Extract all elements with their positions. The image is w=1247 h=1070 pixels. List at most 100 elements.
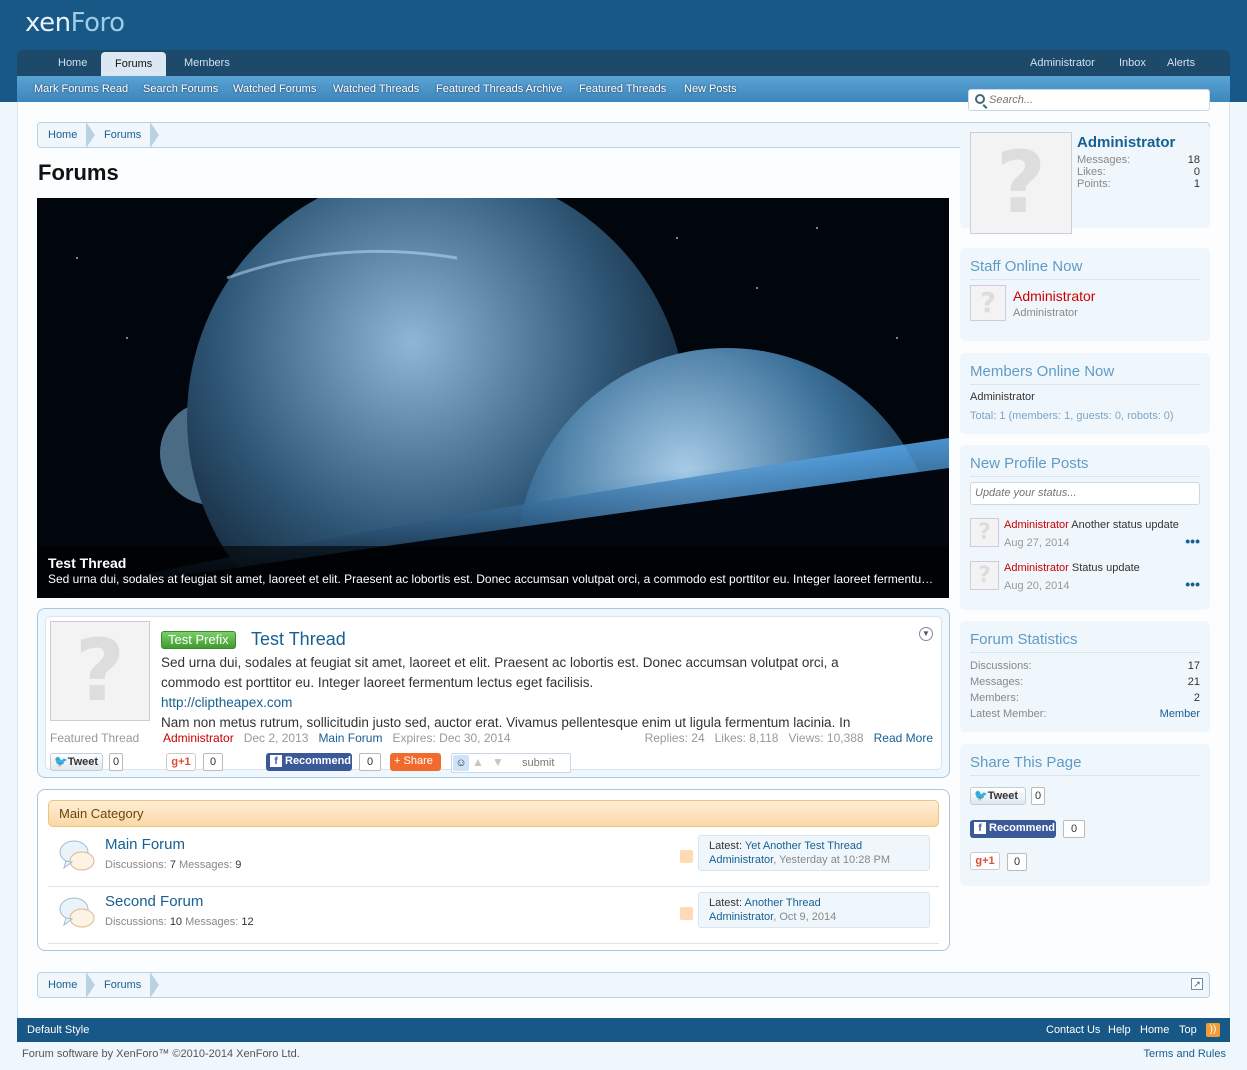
forum-stats-panel: Forum Statistics Discussions: 17 Message… [960,621,1210,732]
terms-link[interactable]: Terms and Rules [1143,1048,1226,1060]
forum-title[interactable]: Second Forum [105,893,203,910]
featured-threads-link[interactable]: Featured Threads [579,76,666,102]
featured-forum[interactable]: Main Forum [318,731,382,745]
search-forums-link[interactable]: Search Forums [143,76,218,102]
staff-online-title: Staff Online Now [970,258,1083,275]
latest-member-link[interactable]: Member [1160,708,1200,720]
watched-forums-link[interactable]: Watched Forums [233,76,316,102]
forum-stats: Discussions: 10 Messages: 12 [105,916,254,928]
style-chooser-link[interactable]: Default Style [27,1024,89,1036]
top-link[interactable]: Top [1179,1024,1197,1036]
category-block: Main Category Main Forum Discussions: 7 … [37,789,950,951]
profile-post: Administrator Status update [1004,562,1140,574]
visitor-avatar[interactable]: ? [970,132,1072,234]
inbox-link[interactable]: Inbox [1105,50,1160,76]
more-options-icon[interactable]: ••• [1185,576,1200,592]
rss-icon[interactable] [680,907,693,920]
tab-members[interactable]: Members [170,50,244,76]
online-member-link[interactable]: Administrator [970,391,1035,403]
footer: Default Style Contact Us Help Home Top )… [17,1018,1230,1042]
post-date: Aug 20, 2014 [1004,580,1070,592]
staff-name[interactable]: Administrator [1013,288,1095,304]
reddit-widget[interactable]: ☺ ▲ ▼ submit [451,753,571,773]
latest-thread-link[interactable]: Another Thread [744,897,820,909]
tweet-count: 0 [109,753,123,771]
featured-body-1: Sed urna dui, sodales at feugiat sit ame… [161,655,839,670]
post-avatar[interactable]: ? [970,518,999,547]
slider-caption: Test Thread Sed urna dui, sodales at feu… [37,546,949,598]
twitter-icon: 🐦 [974,790,988,802]
latest-thread-link[interactable]: Yet Another Test Thread [745,840,862,852]
downvote-icon[interactable]: ▼ [492,755,504,769]
search-input[interactable] [989,92,1204,108]
twitter-icon: 🐦 [54,756,68,768]
tweet-button[interactable]: 🐦Tweet [50,753,103,771]
latest-user-link[interactable]: Administrator [709,854,773,866]
page-title: Forums [38,160,119,185]
visitor-name[interactable]: Administrator [1077,134,1175,151]
more-options-icon[interactable]: ••• [1185,533,1200,549]
mark-forums-read-link[interactable]: Mark Forums Read [34,76,128,102]
avatar[interactable]: ? [50,621,150,721]
breadcrumb-forums[interactable]: Forums [94,122,160,148]
tab-home[interactable]: Home [44,50,101,76]
recommend-button[interactable]: f Recommend [266,753,352,771]
featured-label: Featured Thread [50,731,140,745]
rss-icon[interactable]: )) [1206,1023,1220,1037]
featured-thread: ? Featured Thread Test Prefix Test Threa… [37,608,950,778]
watched-threads-link[interactable]: Watched Threads [333,76,419,102]
points-label: Points: [1077,178,1111,190]
breadcrumb-home[interactable]: Home [38,122,96,148]
recommend-button[interactable]: f Recommend [970,820,1056,838]
forum-stats: Discussions: 7 Messages: 9 [105,859,242,871]
category-header[interactable]: Main Category [48,800,939,827]
tweet-button[interactable]: 🐦Tweet [970,787,1026,805]
breadcrumb-forums[interactable]: Forums [94,972,160,998]
chevron-down-icon[interactable]: ▼ [919,627,933,641]
default-avatar-icon: ? [978,563,991,588]
breadcrumb-home[interactable]: Home [38,972,96,998]
featured-stats: Replies: 24 Likes: 8,118 Views: 10,388 [644,731,864,745]
share-title: Share This Page [970,754,1082,771]
new-posts-link[interactable]: New Posts [684,76,737,102]
visitor-panel: ? Administrator Messages: 18 Likes: 0 Po… [960,124,1210,234]
featured-body-2: commodo est porttitor eu. Integer laoree… [161,675,594,690]
post-avatar[interactable]: ? [970,561,999,590]
stat-value: 2 [1193,692,1200,704]
upvote-icon[interactable]: ▲ [472,755,484,769]
help-link[interactable]: Help [1108,1024,1131,1036]
read-more-link[interactable]: Read More [874,731,933,745]
reddit-submit[interactable]: submit [522,757,554,769]
featured-slider[interactable]: Test Thread Sed urna dui, sodales at feu… [37,198,949,598]
search-box[interactable] [968,89,1210,111]
latest-post: Latest: Another Thread Administrator, Oc… [698,892,930,928]
post-author[interactable]: Administrator [1004,519,1069,531]
alerts-link[interactable]: Alerts [1153,50,1209,76]
contact-link[interactable]: Contact Us [1046,1024,1100,1036]
staff-avatar[interactable]: ? [970,285,1006,321]
gplus-button[interactable]: g+1 [970,852,1000,870]
forum-bubble-icon [59,840,95,871]
share-button[interactable]: + Share [390,753,441,771]
thread-prefix[interactable]: Test Prefix [161,631,236,649]
status-input[interactable] [970,482,1200,505]
featured-title[interactable]: Test Thread [251,629,346,650]
featured-link[interactable]: http://cliptheapex.com [161,693,850,713]
forum-title[interactable]: Main Forum [105,836,185,853]
footer-home-link[interactable]: Home [1140,1024,1169,1036]
gplus-button[interactable]: g+1 [166,753,196,771]
latest-user-link[interactable]: Administrator [709,911,773,923]
slider-text: Sed urna dui, sodales at feugiat sit ame… [48,572,938,586]
featured-meta: Administrator Dec 2, 2013 Main Forum Exp… [163,731,511,745]
slider-title[interactable]: Test Thread [48,555,938,571]
featured-archive-link[interactable]: Featured Threads Archive [436,76,562,102]
logo[interactable]: xenForo [25,8,125,38]
rss-icon[interactable] [680,850,693,863]
stat-label: Discussions: [970,660,1032,672]
featured-author[interactable]: Administrator [163,731,234,745]
account-link[interactable]: Administrator [1016,50,1109,76]
forum-row: Main Forum Discussions: 7 Messages: 9 La… [48,830,939,887]
jump-menu-icon[interactable]: ↗ [1191,978,1203,990]
tab-forums[interactable]: Forums [101,52,167,78]
post-author[interactable]: Administrator [1004,562,1069,574]
